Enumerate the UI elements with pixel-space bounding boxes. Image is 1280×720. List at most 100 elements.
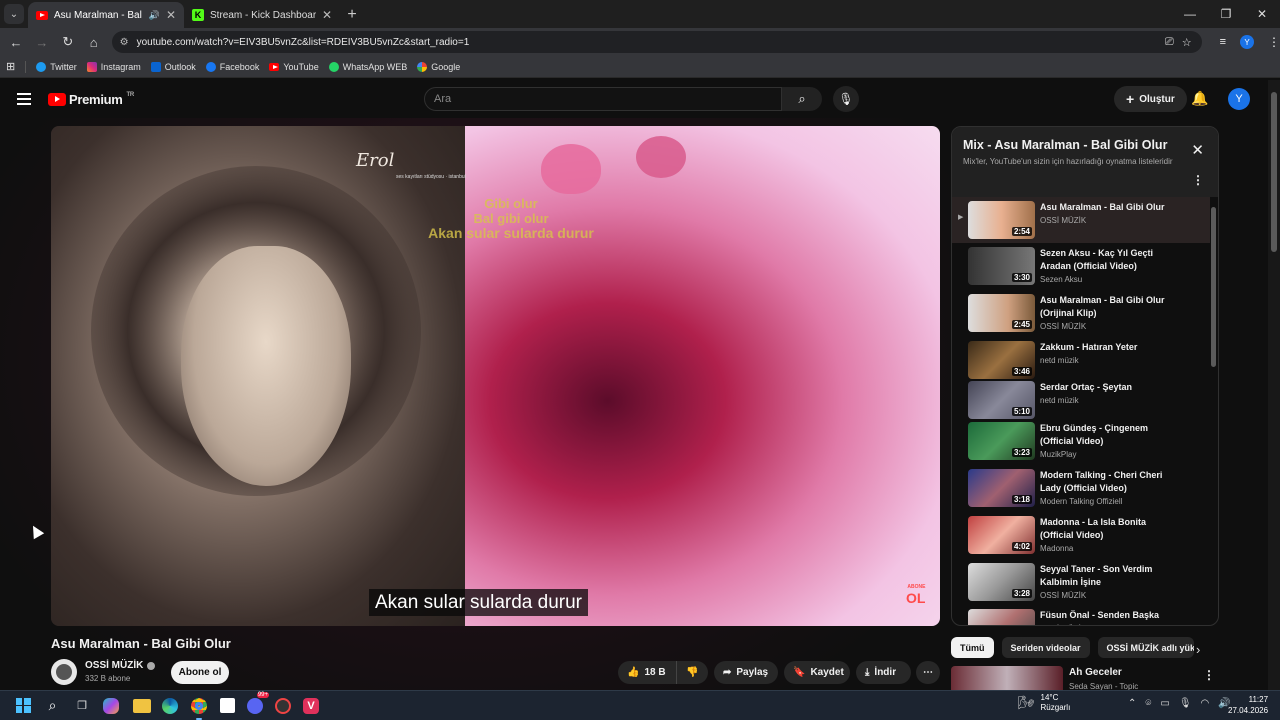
like-button[interactable]: 👍 18 B — [618, 661, 682, 684]
restore-icon[interactable]: ❐ — [1208, 0, 1244, 28]
outlook-icon — [150, 61, 161, 72]
create-button[interactable]: + Oluştur — [1114, 86, 1187, 112]
playlist-thumbnail[interactable]: 3:18 — [968, 469, 1035, 507]
subscribe-button[interactable]: Abone ol — [171, 661, 229, 684]
close-tab-icon[interactable]: ✕ — [166, 8, 176, 22]
playlist-item[interactable]: Füsun Önal - Senden Başka OSSİ MÜZİK — [952, 605, 1210, 625]
profile-avatar[interactable]: Y — [1239, 35, 1254, 49]
close-icon[interactable]: ✕ — [1191, 141, 1204, 159]
playlist-item[interactable]: 4:02 Madonna - La Isla Bonita (Official V… — [952, 512, 1210, 558]
home-icon[interactable]: ⌂ — [82, 30, 106, 54]
speaker-icon[interactable]: 🔊 — [149, 10, 160, 21]
new-tab-icon[interactable]: + — [340, 3, 364, 27]
search-icon[interactable]: ⌕ — [42, 695, 64, 717]
search-input[interactable]: Ara — [424, 87, 782, 111]
bookmark-instagram[interactable]: Instagram — [86, 61, 141, 72]
playlist-item[interactable]: 2:45 Asu Maralman - Bal Gibi Olur (Orijin… — [952, 290, 1210, 336]
windows-start-icon[interactable] — [12, 695, 34, 717]
video-player[interactable]: Erol ses kayıtları stüdyosu · istanbul G… — [51, 126, 940, 626]
playlist-item[interactable]: ▶ 2:54 Asu Maralman - Bal Gibi Olur OSSİ MÜ… — [952, 197, 1210, 243]
playlist-item[interactable]: 3:30 Sezen Aksu - Kaç Yıl Geçti Aradan (O… — [952, 243, 1210, 289]
save-button[interactable]: 🔖 Kaydet — [784, 661, 850, 684]
playlist-thumbnail[interactable]: 2:45 — [968, 294, 1035, 332]
tab-kick[interactable]: K Stream - Kick Dashboard ✕ — [184, 2, 340, 28]
bookmark-star-icon[interactable]: ☆ — [1182, 36, 1192, 49]
copilot-icon[interactable] — [103, 697, 119, 714]
playlist-title[interactable]: Mix - Asu Maralman - Bal Gibi Olur — [963, 138, 1167, 152]
playlist-thumbnail[interactable]: 3:46 — [968, 341, 1035, 379]
playlist-thumbnail[interactable]: 3:30 — [968, 247, 1035, 285]
media-icon[interactable]: ≡ — [1220, 36, 1226, 48]
bookmark-google[interactable]: Google — [417, 61, 460, 72]
tab-search-chevron-icon[interactable]: ⌄ — [4, 4, 24, 24]
tab-youtube[interactable]: Asu Maralman - Bal Gibi Ol 🔊 ✕ — [28, 2, 184, 28]
apps-grid-icon[interactable]: ⊞ — [6, 60, 15, 73]
search-button[interactable]: ⌕ — [782, 87, 822, 111]
menu-dots-icon[interactable]: ⋮ — [1268, 35, 1280, 49]
mic-icon[interactable]: 🎙 — [1179, 698, 1192, 709]
playlist-thumbnail[interactable]: 2:54 — [968, 201, 1035, 239]
channel-avatar[interactable] — [51, 659, 77, 685]
bookmark-whatsapp[interactable]: WhatsApp WEB — [328, 61, 407, 72]
dislike-button[interactable]: 👎 — [676, 661, 708, 684]
forward-icon[interactable]: → — [30, 30, 54, 54]
task-view-icon[interactable]: ❐ — [71, 695, 93, 717]
playlist-thumbnail[interactable] — [968, 609, 1035, 625]
bookmark-youtube[interactable]: YouTube — [269, 62, 319, 72]
share-button[interactable]: ➦ Paylaş — [714, 661, 778, 684]
tray-chevron-icon[interactable]: ⌃ — [1128, 698, 1136, 709]
playlist-item[interactable]: 3:18 Modern Talking - Cheri Cheri Lady (O… — [952, 465, 1210, 511]
bookmark-facebook[interactable]: Facebook — [205, 61, 259, 72]
playlist-item[interactable]: 3:28 Seyyal Taner - Son Verdim Kalbimin İ… — [952, 559, 1210, 605]
clock[interactable]: 11:27 27.04.2026 — [1228, 694, 1268, 716]
playlist-item[interactable]: 3:23 Ebru Gündeş - Çingenem (Official Vid… — [952, 418, 1210, 464]
page-scrollbar[interactable] — [1268, 80, 1280, 690]
back-icon[interactable]: ← — [4, 30, 28, 54]
playlist-thumbnail[interactable]: 5:10 — [968, 381, 1035, 419]
recommended-video[interactable]: Ah Geceler Seda Sayan - Topic ⋮ — [951, 664, 1219, 691]
cast-icon[interactable]: ⎚ — [1165, 36, 1174, 49]
recommended-thumbnail[interactable] — [951, 666, 1063, 690]
bookmark-twitter[interactable]: Twitter — [36, 61, 77, 72]
playlist-item[interactable]: 5:10 Serdar Ortaç - Şeytan netd müzik — [952, 377, 1210, 423]
close-tab-icon[interactable]: ✕ — [322, 8, 332, 22]
playlist-menu-icon[interactable]: ⋮ — [1192, 173, 1204, 187]
playlist-thumbnail[interactable]: 3:28 — [968, 563, 1035, 601]
discord-icon[interactable]: 99+ — [247, 691, 269, 714]
site-info-icon[interactable]: ⚙ — [120, 37, 129, 48]
minimize-icon[interactable]: — — [1172, 0, 1208, 28]
wifi-icon[interactable]: ◠ — [1201, 698, 1210, 709]
playlist-thumbnail[interactable]: 4:02 — [968, 516, 1035, 554]
chip-series[interactable]: Seriden videolar — [1001, 637, 1090, 658]
app-icon[interactable] — [275, 697, 291, 714]
chip-all[interactable]: Tümü — [951, 637, 994, 658]
channel-name-row[interactable]: OSSİ MÜZİK — [85, 660, 156, 671]
overlay-lyrics: Gibi olur Bal gibi olur Akan sular sular… — [341, 196, 681, 241]
weather-widget[interactable]: 🌬 14°C Rüzgarlı — [1018, 693, 1070, 713]
reload-icon[interactable]: ↻ — [56, 30, 80, 54]
close-window-icon[interactable]: ✕ — [1244, 0, 1280, 28]
network-icon[interactable]: ⌾ — [1145, 698, 1151, 709]
app-v-icon[interactable]: V — [303, 697, 319, 714]
more-actions-icon[interactable]: ⋯ — [916, 661, 940, 684]
voice-search-button[interactable]: 🎙 — [833, 86, 859, 112]
monitor-icon[interactable]: ▭ — [1160, 698, 1169, 709]
store-icon[interactable] — [220, 698, 235, 713]
file-explorer-icon[interactable] — [133, 698, 151, 713]
chip-channel-uploads[interactable]: OSSİ MÜZİK adlı yükl — [1097, 637, 1194, 658]
notifications-bell-icon[interactable]: 🔔 — [1191, 90, 1208, 107]
hamburger-menu-icon[interactable] — [17, 93, 31, 105]
recommended-menu-icon[interactable]: ⋮ — [1203, 668, 1215, 682]
account-avatar[interactable]: Y — [1228, 88, 1250, 110]
playlist-thumbnail[interactable]: 3:23 — [968, 422, 1035, 460]
search-placeholder: Ara — [434, 93, 452, 105]
playlist-scrollbar[interactable] — [1211, 207, 1216, 367]
address-bar[interactable]: ⚙ youtube.com/watch?v=EIV3BU5vnZc&list=R… — [111, 31, 1202, 53]
download-button[interactable]: ⤓ İndir — [856, 661, 911, 684]
playlist-item-title: Zakkum - Hatıran Yeter — [1040, 342, 1138, 352]
youtube-premium-logo[interactable]: Premium TR — [48, 92, 134, 107]
chevron-right-icon[interactable]: › — [1196, 642, 1200, 657]
chrome-icon[interactable] — [188, 695, 210, 720]
bookmark-outlook[interactable]: Outlook — [150, 61, 196, 72]
edge-icon[interactable] — [162, 697, 178, 714]
